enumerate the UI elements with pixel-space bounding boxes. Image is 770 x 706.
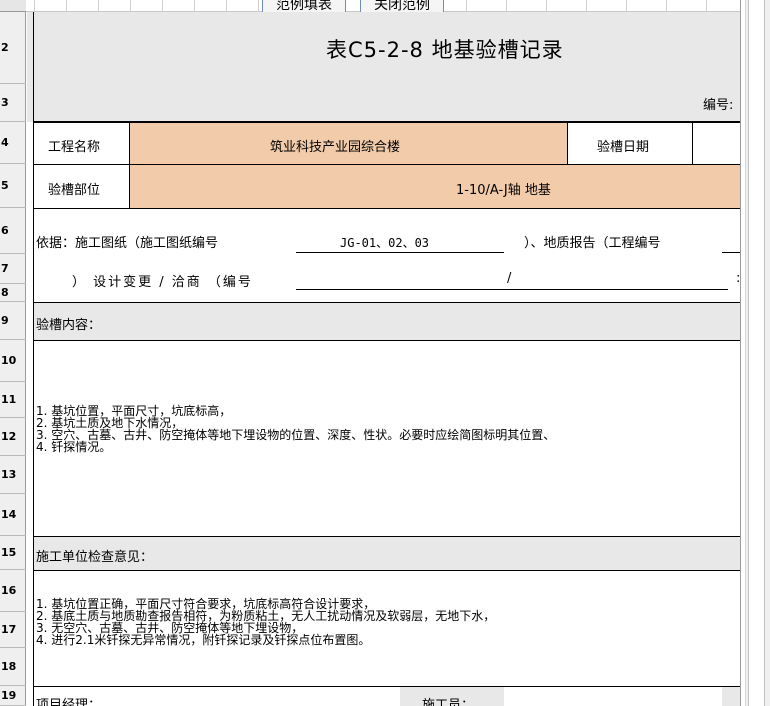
row-header-6[interactable]: 6 <box>0 208 26 254</box>
row-header-11[interactable]: 11 <box>0 382 26 418</box>
constructor-label: 施工员： <box>422 698 475 706</box>
inspection-item-3: 3. 空穴、古墓、古井、防空掩体等地下埋设物的位置、深度、性状。必要时应绘简图标… <box>36 428 556 442</box>
row-header-17[interactable]: 17 <box>0 612 26 648</box>
design-change-number[interactable]: / <box>507 271 511 286</box>
construction-opinion-label: 施工单位检查意见： <box>36 550 154 565</box>
row-header-2[interactable]: 2 <box>0 12 26 84</box>
inspection-date-label: 验槽日期 <box>597 140 650 155</box>
project-name-label: 工程名称 <box>48 140 101 155</box>
row-header-19[interactable]: 19 <box>0 686 26 706</box>
row-header-7[interactable]: 7 <box>0 254 26 284</box>
inspection-content-label: 验槽内容： <box>36 318 102 333</box>
construction-opinion-list: 1. 基坑位置正确，平面尺寸符合要求，坑底标高符合设计要求， 2. 基底土质与地… <box>36 598 495 646</box>
inspection-location-label: 验槽部位 <box>48 183 101 198</box>
row-header-10[interactable]: 10 <box>0 340 26 382</box>
row-header-18[interactable]: 18 <box>0 648 26 686</box>
row-header-16[interactable]: 16 <box>0 570 26 612</box>
select-all-corner[interactable] <box>0 0 26 12</box>
row-header-12[interactable]: 12 <box>0 418 26 456</box>
row-header-13[interactable]: 13 <box>0 456 26 494</box>
drawing-numbers-value[interactable]: JG-01、02、03 <box>340 234 429 251</box>
row-header-15[interactable]: 15 <box>0 536 26 570</box>
row-header-8[interactable]: 8 <box>0 284 26 302</box>
row-header-3[interactable]: 3 <box>0 84 26 122</box>
title-area <box>27 12 740 122</box>
row-header-14[interactable]: 14 <box>0 494 26 536</box>
basis-middle: ）、地质报告（工程编号 <box>524 236 661 251</box>
row-header-4[interactable]: 4 <box>0 122 26 164</box>
project-name-value: 筑业科技产业园综合楼 <box>270 140 401 155</box>
form-title: 表C5-2-8 地基验槽记录 <box>326 38 564 62</box>
number-label: 编号: <box>703 98 734 113</box>
inspection-location-cell[interactable] <box>129 165 740 208</box>
inspection-location-value: 1-10/A-J轴 地基 <box>456 183 551 198</box>
signature-right-cell <box>722 687 740 706</box>
inspection-items-list: 1. 基坑位置，平面尺寸，坑底标高， 2. 基坑土质及地下水情况， 3. 空穴、… <box>36 405 555 453</box>
row-header-5[interactable]: 5 <box>0 164 26 208</box>
inspection-content-header <box>34 303 740 340</box>
sheet-right-border <box>740 0 741 706</box>
design-change-text: ） 设计变更 / 洽商 （编号 <box>72 275 253 290</box>
construction-opinion-4: 4. 进行2.1米钎探无异常情况，附钎探记录及钎探点位布置图。 <box>36 633 371 647</box>
row-header-9[interactable]: 9 <box>0 302 26 340</box>
project-manager-label: 项目经理： <box>36 698 102 706</box>
basis-prefix: 依据：施工图纸（施工图纸编号 <box>36 236 219 251</box>
row-header-column: 2 3 4 5 6 7 8 9 10 11 12 13 14 15 16 17 … <box>0 0 26 706</box>
scrollbar-thumb[interactable] <box>748 0 765 706</box>
inspection-item-4: 4. 钎探情况。 <box>36 440 112 454</box>
